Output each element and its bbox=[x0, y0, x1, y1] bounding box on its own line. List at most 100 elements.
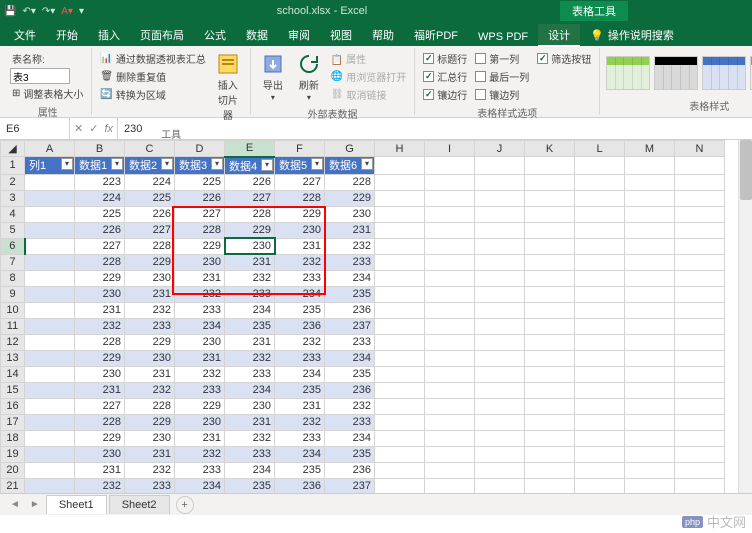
cell[interactable]: 230 bbox=[175, 254, 225, 270]
tab-wps[interactable]: WPS PDF bbox=[468, 28, 538, 46]
cell[interactable]: 233 bbox=[175, 302, 225, 318]
cell[interactable]: 236 bbox=[325, 302, 375, 318]
col-header-D[interactable]: D bbox=[175, 141, 225, 157]
cell[interactable] bbox=[25, 414, 75, 430]
cell[interactable]: 228 bbox=[75, 254, 125, 270]
cell[interactable]: 227 bbox=[225, 190, 275, 206]
redo-icon[interactable]: ↷▾ bbox=[42, 6, 55, 17]
col-header-L[interactable]: L bbox=[575, 141, 625, 157]
cb-header-row[interactable]: 标题行 bbox=[421, 50, 469, 67]
cell[interactable]: 228 bbox=[325, 174, 375, 190]
cell[interactable]: 232 bbox=[175, 446, 225, 462]
row-header-21[interactable]: 21 bbox=[1, 478, 25, 494]
tab-view[interactable]: 视图 bbox=[320, 24, 362, 46]
sheet-tab-2[interactable]: Sheet2 bbox=[109, 495, 170, 514]
cell[interactable] bbox=[25, 398, 75, 414]
cell[interactable]: 229 bbox=[125, 414, 175, 430]
tab-design[interactable]: 设计 bbox=[538, 24, 580, 46]
filter-dropdown-icon[interactable]: ▾ bbox=[111, 158, 123, 170]
cell[interactable]: 232 bbox=[175, 286, 225, 302]
cell[interactable]: 233 bbox=[325, 334, 375, 350]
filter-dropdown-icon[interactable]: ▾ bbox=[261, 159, 273, 171]
select-all-corner[interactable]: ◢ bbox=[1, 141, 25, 157]
table-header-cell[interactable]: 数据2▾ bbox=[125, 157, 175, 175]
qat-more-icon[interactable]: A▾ bbox=[61, 6, 73, 17]
add-sheet-button[interactable]: + bbox=[176, 496, 194, 514]
cell[interactable]: 231 bbox=[225, 254, 275, 270]
cell[interactable]: 226 bbox=[225, 174, 275, 190]
cell[interactable]: 227 bbox=[275, 174, 325, 190]
cell[interactable]: 231 bbox=[125, 366, 175, 382]
cell[interactable]: 233 bbox=[125, 318, 175, 334]
col-header-M[interactable]: M bbox=[625, 141, 675, 157]
cell[interactable]: 232 bbox=[225, 350, 275, 366]
filter-dropdown-icon[interactable]: ▾ bbox=[361, 158, 373, 170]
cell[interactable]: 233 bbox=[225, 446, 275, 462]
cell[interactable]: 231 bbox=[275, 398, 325, 414]
cell[interactable]: 231 bbox=[125, 286, 175, 302]
col-header-H[interactable]: H bbox=[375, 141, 425, 157]
insert-slicer[interactable]: 插入 切片器 bbox=[212, 50, 244, 124]
cell[interactable] bbox=[25, 334, 75, 350]
cell[interactable]: 235 bbox=[275, 462, 325, 478]
cell[interactable] bbox=[25, 222, 75, 238]
col-header-E[interactable]: E bbox=[225, 141, 275, 157]
row-header-11[interactable]: 11 bbox=[1, 318, 25, 334]
table-header-cell[interactable]: 数据6▾ bbox=[325, 157, 375, 175]
cell[interactable]: 231 bbox=[225, 334, 275, 350]
cell[interactable]: 229 bbox=[175, 398, 225, 414]
refresh-button[interactable]: 刷新▾ bbox=[293, 50, 325, 104]
cell[interactable]: 234 bbox=[275, 446, 325, 462]
cell[interactable]: 227 bbox=[125, 222, 175, 238]
tab-data[interactable]: 数据 bbox=[236, 24, 278, 46]
cell[interactable]: 229 bbox=[175, 238, 225, 254]
cell[interactable]: 232 bbox=[325, 398, 375, 414]
table-header-cell[interactable]: 数据1▾ bbox=[75, 157, 125, 175]
cell[interactable]: 232 bbox=[275, 254, 325, 270]
sheet-tab-1[interactable]: Sheet1 bbox=[46, 495, 107, 514]
cell[interactable]: 234 bbox=[325, 270, 375, 286]
row-header-14[interactable]: 14 bbox=[1, 366, 25, 382]
enter-icon[interactable]: ✓ bbox=[89, 122, 98, 135]
table-header-cell[interactable]: 列1▾ bbox=[25, 157, 75, 175]
table-header-cell[interactable]: 数据3▾ bbox=[175, 157, 225, 175]
cell[interactable]: 228 bbox=[125, 238, 175, 254]
col-header-J[interactable]: J bbox=[475, 141, 525, 157]
cell[interactable]: 237 bbox=[325, 318, 375, 334]
row-header-8[interactable]: 8 bbox=[1, 270, 25, 286]
cell[interactable]: 228 bbox=[225, 206, 275, 222]
remove-duplicates[interactable]: 🗑删除重复值 bbox=[98, 68, 207, 85]
resize-table[interactable]: ⊞调整表格大小 bbox=[10, 85, 85, 102]
cell[interactable] bbox=[25, 430, 75, 446]
cell[interactable]: 236 bbox=[325, 462, 375, 478]
fx-icon[interactable]: fx bbox=[104, 123, 113, 135]
tablename-input[interactable] bbox=[10, 68, 70, 84]
cell[interactable] bbox=[25, 270, 75, 286]
row-header-5[interactable]: 5 bbox=[1, 222, 25, 238]
table-header-cell[interactable]: 数据4▾ bbox=[225, 157, 275, 175]
cell[interactable] bbox=[25, 302, 75, 318]
cell[interactable]: 232 bbox=[125, 382, 175, 398]
cell[interactable]: 226 bbox=[125, 206, 175, 222]
col-header-B[interactable]: B bbox=[75, 141, 125, 157]
style-thumb-1[interactable] bbox=[606, 56, 650, 90]
cell[interactable]: 230 bbox=[225, 398, 275, 414]
row-header-4[interactable]: 4 bbox=[1, 206, 25, 222]
cell[interactable]: 233 bbox=[125, 478, 175, 494]
cell[interactable]: 230 bbox=[75, 286, 125, 302]
cell[interactable]: 232 bbox=[125, 302, 175, 318]
cell[interactable]: 237 bbox=[325, 478, 375, 494]
cell[interactable] bbox=[25, 462, 75, 478]
cell[interactable] bbox=[25, 366, 75, 382]
cell[interactable]: 231 bbox=[175, 270, 225, 286]
cell[interactable]: 229 bbox=[125, 334, 175, 350]
cell[interactable]: 223 bbox=[75, 174, 125, 190]
cell[interactable]: 228 bbox=[75, 334, 125, 350]
cell[interactable]: 230 bbox=[275, 222, 325, 238]
pivot-summary[interactable]: 📊通过数据透视表汇总 bbox=[98, 50, 207, 67]
cell[interactable]: 232 bbox=[125, 462, 175, 478]
sheet-nav-prev[interactable]: ◄ bbox=[6, 499, 24, 510]
row-header-9[interactable]: 9 bbox=[1, 286, 25, 302]
cell[interactable]: 228 bbox=[75, 414, 125, 430]
vertical-scrollbar[interactable]: ▴ bbox=[738, 140, 752, 493]
